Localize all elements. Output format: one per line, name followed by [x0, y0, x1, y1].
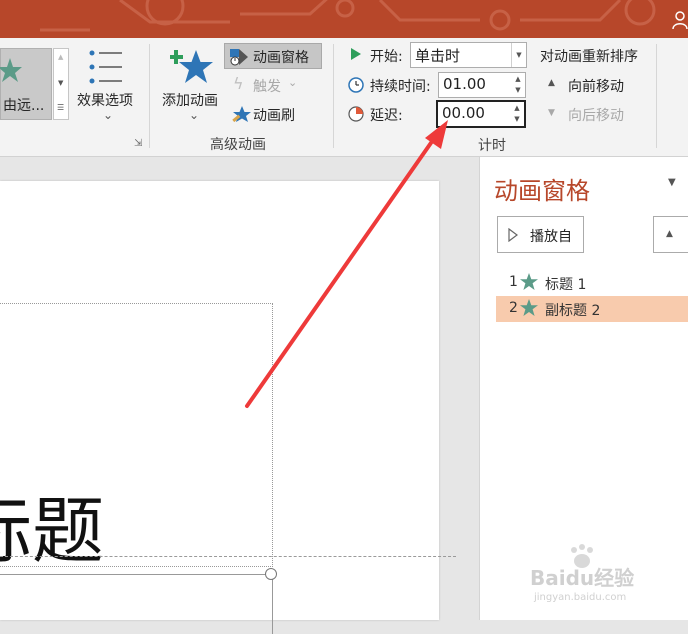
animation-gallery-item[interactable]: 由远...: [0, 48, 52, 120]
start-select-dropdown-icon[interactable]: ▼: [511, 43, 526, 67]
up-arrow-icon: ▲: [666, 229, 673, 239]
trigger-label: 触发: [253, 79, 281, 95]
slide-canvas[interactable]: 标题: [0, 181, 456, 634]
title-bar: [0, 0, 688, 38]
animation-list-item[interactable]: 1 标题 1: [496, 270, 688, 296]
duration-input[interactable]: 01.00 ▲ ▼: [438, 72, 526, 98]
move-later-label: 向后移动: [568, 108, 624, 124]
add-animation-button[interactable]: 添加动画 ⌄: [158, 44, 226, 124]
entrance-star-icon: [520, 299, 538, 321]
move-later-button[interactable]: ▼ 向后移动: [544, 103, 644, 127]
gallery-down-icon[interactable]: ▼: [58, 79, 63, 87]
duration-label: 持续时间:: [370, 79, 431, 95]
down-arrow-icon: ▼: [548, 108, 555, 118]
play-from-button[interactable]: 播放自: [497, 216, 584, 253]
gallery-item-label: 由远...: [3, 98, 45, 114]
advanced-animation-group-label: 高级动画: [210, 137, 266, 153]
entrance-star-icon: [520, 273, 538, 295]
move-earlier-label: 向前移动: [568, 79, 624, 95]
trigger-dropdown-icon: ⌄: [288, 76, 298, 89]
add-animation-label: 添加动画: [162, 93, 218, 109]
guide-line: [0, 556, 456, 557]
duration-value: 01.00: [443, 75, 486, 93]
subtitle-placeholder[interactable]: [0, 574, 273, 634]
duration-spinner[interactable]: ▲ ▼: [513, 74, 523, 96]
spin-up-icon[interactable]: ▲: [515, 75, 520, 83]
slide-title-text: 标题: [0, 489, 105, 567]
watermark-brand: Baidu经验: [530, 566, 635, 590]
start-play-icon: [351, 48, 361, 64]
spin-up-icon[interactable]: ▲: [514, 104, 519, 112]
pane-options-icon[interactable]: ▼: [668, 177, 676, 188]
effect-options-button[interactable]: 效果选项 ⌄: [74, 44, 140, 122]
animation-painter-icon: [231, 104, 251, 128]
group-separator: [149, 44, 150, 148]
effect-options-dropdown-icon: ⌄: [103, 108, 114, 122]
start-select-value: 单击时: [415, 47, 461, 65]
animation-painter-button[interactable]: 动画刷: [228, 103, 318, 127]
gallery-scroll[interactable]: ▲ ▼ ☰: [53, 48, 69, 120]
effect-options-icon: [88, 48, 124, 90]
gallery-more-icon[interactable]: ☰: [57, 103, 64, 112]
gallery-star-icon: [0, 57, 23, 87]
start-label: 开始:: [370, 49, 403, 65]
delay-value: 00.00: [442, 104, 485, 122]
play-icon: [508, 227, 518, 246]
move-up-button[interactable]: ▲: [653, 216, 688, 253]
title-placeholder[interactable]: 标题: [0, 303, 273, 567]
animation-pane-icon: [229, 47, 249, 71]
item-label: 副标题 2: [545, 303, 601, 319]
spin-down-icon[interactable]: ▼: [514, 115, 519, 123]
timing-group-label: 计时: [478, 138, 506, 154]
watermark: Baidu经验 jingyan.baidu.com: [528, 544, 688, 614]
slide-editor: 标题: [0, 157, 478, 634]
watermark-url: jingyan.baidu.com: [534, 592, 627, 603]
animation-painter-label: 动画刷: [253, 108, 295, 124]
delay-clock-icon: [348, 106, 364, 126]
animation-pane-button[interactable]: 动画窗格: [224, 43, 322, 69]
delay-label: 延迟:: [370, 108, 403, 124]
clock-icon: [348, 77, 364, 97]
gallery-up-icon[interactable]: ▲: [58, 53, 63, 61]
up-arrow-icon: ▲: [548, 78, 555, 88]
delay-input[interactable]: 00.00 ▲ ▼: [436, 100, 526, 128]
title-bar-decoration: [40, 0, 656, 32]
ribbon: 由远... ▲ ▼ ☰ 效果选项 ⌄ ⇲ 添加动画 ⌄ 动画窗格 ϟ 触发 ⌄ …: [0, 38, 688, 157]
group-separator: [656, 44, 657, 148]
move-earlier-button[interactable]: ▲ 向前移动: [544, 74, 644, 98]
item-number: 1: [509, 274, 518, 290]
animation-pane-label: 动画窗格: [253, 50, 309, 66]
animation-pane-title: 动画窗格: [494, 177, 590, 205]
group-separator: [333, 44, 334, 148]
play-from-label: 播放自: [530, 229, 572, 245]
add-animation-star-icon: [169, 46, 214, 92]
trigger-lightning-icon: ϟ: [233, 74, 244, 93]
resize-handle[interactable]: [265, 568, 277, 580]
spin-down-icon[interactable]: ▼: [515, 86, 520, 94]
reorder-title: 对动画重新排序: [540, 49, 638, 65]
trigger-button[interactable]: ϟ 触发 ⌄: [228, 74, 318, 98]
delay-spinner[interactable]: ▲ ▼: [512, 103, 522, 125]
start-select[interactable]: 单击时 ▼: [410, 42, 527, 68]
account-icon[interactable]: [672, 10, 688, 30]
dialog-launcher-icon[interactable]: ⇲: [134, 138, 142, 149]
item-label: 标题 1: [545, 277, 587, 293]
animation-list-item-selected[interactable]: 2 副标题 2: [496, 296, 688, 322]
item-number: 2: [509, 300, 518, 316]
effect-options-label: 效果选项: [77, 93, 133, 109]
add-animation-dropdown-icon: ⌄: [189, 108, 200, 122]
